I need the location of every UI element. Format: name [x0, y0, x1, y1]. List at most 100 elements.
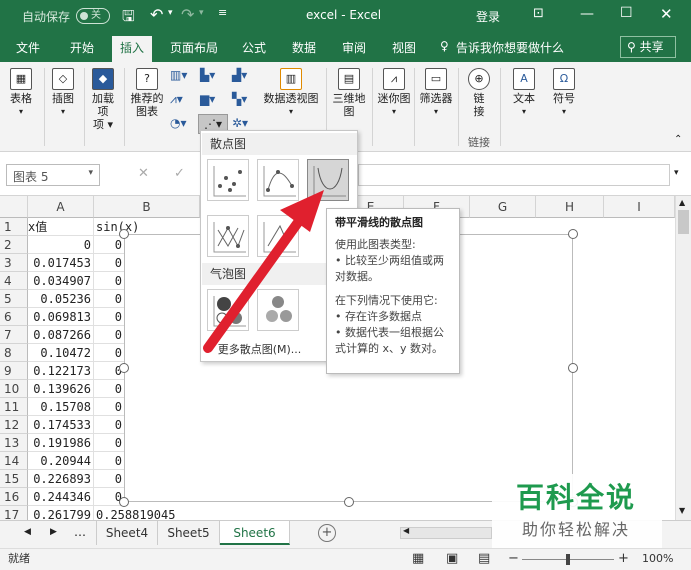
cell-a[interactable]: 0.139626: [28, 380, 94, 398]
cell-a[interactable]: 0.087266: [28, 326, 94, 344]
row-header[interactable]: 3: [0, 254, 28, 272]
filters-button[interactable]: ▭ 筛选器 ▾: [418, 68, 454, 118]
page-break-view-icon[interactable]: ▤: [478, 549, 490, 569]
cell-a[interactable]: 0.20944: [28, 452, 94, 470]
cell-a[interactable]: 0.034907: [28, 272, 94, 290]
cell-b[interactable]: 0: [94, 272, 124, 290]
cell-b[interactable]: 0: [94, 434, 124, 452]
text-button[interactable]: A 文本 ▾: [508, 68, 540, 118]
ribbon-display-icon[interactable]: ⊡: [533, 6, 544, 21]
close-icon[interactable]: ✕: [660, 5, 673, 23]
tab-home[interactable]: 开始: [70, 39, 94, 56]
more-sheets-icon[interactable]: …: [74, 525, 86, 539]
row-header[interactable]: 16: [0, 488, 28, 506]
cell-a[interactable]: 0: [28, 236, 94, 254]
normal-view-icon[interactable]: ▦: [412, 549, 424, 569]
cell-a[interactable]: 0.15708: [28, 398, 94, 416]
enter-icon[interactable]: ✓: [174, 166, 185, 181]
line-chart-icon[interactable]: ⩘▾: [170, 92, 183, 107]
row-header[interactable]: 13: [0, 434, 28, 452]
next-sheet-icon[interactable]: ▶: [50, 527, 57, 537]
scroll-thumb[interactable]: [678, 210, 689, 234]
cell-a[interactable]: 0.174533: [28, 416, 94, 434]
scroll-up-icon[interactable]: ▲: [679, 198, 685, 207]
select-all-corner[interactable]: [0, 196, 28, 218]
row-header[interactable]: 15: [0, 470, 28, 488]
cell-b[interactable]: 0: [94, 344, 124, 362]
row-header[interactable]: 2: [0, 236, 28, 254]
sheet-tab[interactable]: Sheet5: [158, 521, 220, 545]
symbols-button[interactable]: Ω 符号 ▾: [548, 68, 580, 118]
login-link[interactable]: 登录: [476, 8, 500, 25]
cell-b[interactable]: 0: [94, 398, 124, 416]
column-header[interactable]: B: [94, 196, 200, 218]
waterfall-chart-icon[interactable]: ▟▾: [232, 68, 247, 82]
cell-a[interactable]: 0.069813: [28, 308, 94, 326]
save-icon[interactable]: 🖫: [122, 6, 135, 31]
redo-dropdown-icon[interactable]: ▾: [199, 8, 204, 18]
cell-a[interactable]: 0.261799: [28, 506, 94, 520]
3d-map-button[interactable]: ▤ 三维地 图: [330, 68, 368, 118]
cell-b[interactable]: 0: [94, 290, 124, 308]
cell-b[interactable]: 0.258819045: [94, 506, 204, 520]
tab-review[interactable]: 审阅: [342, 39, 366, 56]
cancel-icon[interactable]: ✕: [138, 166, 149, 181]
sheet-tab[interactable]: Sheet4: [96, 521, 158, 545]
cell-b[interactable]: 0: [94, 308, 124, 326]
share-button[interactable]: ⚲ 共享: [620, 36, 676, 58]
recommended-charts-button[interactable]: ? 推荐的 图表: [128, 68, 166, 118]
collapse-ribbon-icon[interactable]: ⌃: [674, 134, 682, 145]
tab-view[interactable]: 视图: [392, 39, 416, 56]
tell-me-search[interactable]: 告诉我你想要做什么: [456, 39, 564, 56]
resize-handle[interactable]: [119, 363, 129, 373]
cell-a[interactable]: 0.244346: [28, 488, 94, 506]
tab-data[interactable]: 数据: [292, 39, 316, 56]
name-box[interactable]: 图表 5 ▾: [6, 164, 100, 186]
cell-a[interactable]: 0.05236: [28, 290, 94, 308]
column-header[interactable]: I: [604, 196, 675, 218]
expand-formula-icon[interactable]: ▾: [674, 168, 679, 178]
row-header[interactable]: 12: [0, 416, 28, 434]
redo-icon[interactable]: ↷: [181, 5, 194, 24]
cell-b[interactable]: 0: [94, 470, 124, 488]
column-header[interactable]: A: [28, 196, 94, 218]
resize-handle[interactable]: [119, 497, 129, 507]
scroll-left-icon[interactable]: ◀: [403, 526, 409, 535]
table-button[interactable]: ▦ 表格 ▾: [6, 68, 36, 118]
row-header[interactable]: 11: [0, 398, 28, 416]
sparklines-button[interactable]: ⩘ 迷你图 ▾: [376, 68, 412, 118]
undo-icon[interactable]: ↶: [150, 5, 163, 24]
cell-a[interactable]: 0.226893: [28, 470, 94, 488]
pie-chart-icon[interactable]: ◔▾: [170, 116, 187, 130]
cell-b[interactable]: 0: [94, 452, 124, 470]
undo-dropdown-icon[interactable]: ▾: [168, 8, 173, 18]
row-header[interactable]: 1: [0, 218, 28, 236]
row-header[interactable]: 5: [0, 290, 28, 308]
radar-chart-icon[interactable]: ✲▾: [232, 116, 248, 130]
cell-b[interactable]: 0: [94, 236, 124, 254]
pivot-chart-button[interactable]: ▥ 数据透视图 ▾: [260, 68, 322, 118]
resize-handle[interactable]: [568, 229, 578, 239]
row-header[interactable]: 7: [0, 326, 28, 344]
tab-page-layout[interactable]: 页面布局: [170, 39, 218, 56]
row-header[interactable]: 6: [0, 308, 28, 326]
resize-handle[interactable]: [119, 229, 129, 239]
resize-handle[interactable]: [344, 497, 354, 507]
row-header[interactable]: 10: [0, 380, 28, 398]
add-sheet-icon[interactable]: +: [318, 524, 336, 542]
cell-b[interactable]: 0: [94, 380, 124, 398]
tab-formulas[interactable]: 公式: [242, 39, 266, 56]
minimize-icon[interactable]: —: [580, 6, 594, 22]
zoom-out-icon[interactable]: −: [508, 549, 519, 569]
cell-a[interactable]: 0.017453: [28, 254, 94, 272]
row-header[interactable]: 4: [0, 272, 28, 290]
page-layout-view-icon[interactable]: ▣: [446, 549, 458, 569]
cell-a[interactable]: x值: [28, 218, 94, 236]
column-header[interactable]: H: [536, 196, 604, 218]
zoom-in-icon[interactable]: +: [618, 549, 629, 569]
cell-b[interactable]: 0: [94, 254, 124, 272]
row-header[interactable]: 17: [0, 506, 28, 520]
customize-qat-icon[interactable]: ≡: [218, 6, 227, 19]
maximize-icon[interactable]: ☐: [620, 5, 633, 21]
illustrations-button[interactable]: ◇ 插图 ▾: [48, 68, 78, 118]
